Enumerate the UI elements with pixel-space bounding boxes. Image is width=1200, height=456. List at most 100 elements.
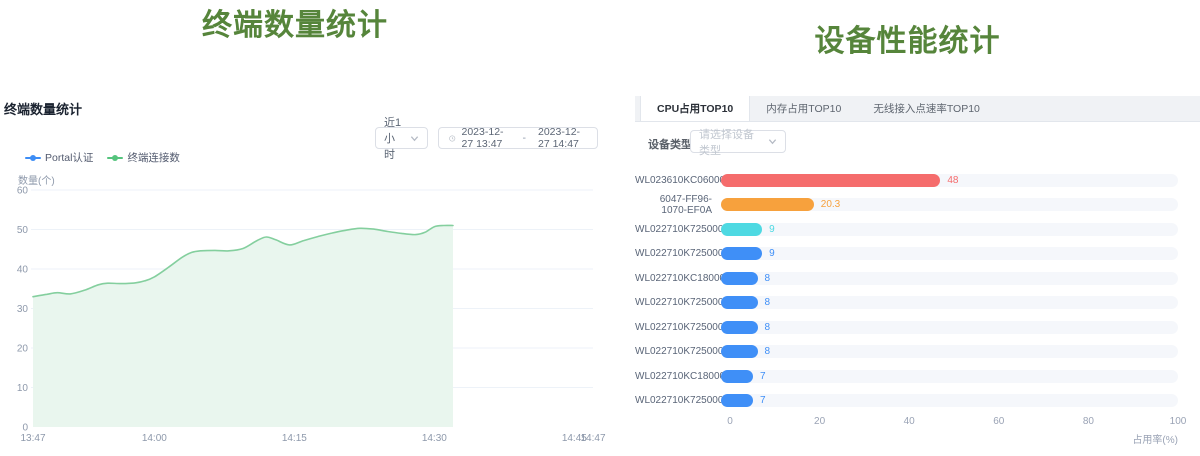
bar-value-label: 7: [760, 395, 766, 406]
device-id-label: WL022710K725000307: [635, 322, 721, 333]
device-id-label: WL023610KC06000043: [635, 175, 721, 186]
line-panel-title: 终端数量统计: [4, 99, 82, 118]
usage-bar: [721, 247, 762, 260]
device-id-label: WL022710K725000470: [635, 395, 721, 406]
bar-value-label: 9: [769, 224, 775, 235]
bar-value-label: 48: [947, 175, 958, 186]
bar-row: WL022710KC18000280 8: [635, 266, 1178, 291]
x-axis-tick: 20: [814, 416, 825, 427]
area-fill: [33, 225, 453, 427]
chevron-down-icon: [410, 134, 419, 143]
bar-track: 9: [721, 247, 1178, 260]
legend-line-dot-marker: [107, 154, 123, 162]
usage-bar: [721, 198, 814, 211]
y-axis-tick: 30: [17, 304, 29, 315]
date-range-start: 2023-12-27 13:47: [462, 126, 511, 150]
device-id-label: 6047-FF96-1070-EF0A: [635, 194, 721, 216]
usage-bar: [721, 394, 753, 407]
x-axis-tick: 14:47: [580, 433, 605, 444]
legend-line-dot-marker: [25, 154, 41, 162]
bar-x-axis-title: 占用率(%): [1132, 431, 1178, 446]
device-id-label: WL022710K725000272: [635, 297, 721, 308]
y-axis-tick: 0: [22, 423, 28, 434]
tab-1[interactable]: 内存占用TOP10: [750, 96, 857, 121]
y-axis-tick: 10: [17, 383, 29, 394]
bar-track: 48: [721, 174, 1178, 187]
device-type-placeholder: 请选择设备类型: [699, 126, 762, 158]
device-type-label: 设备类型: [648, 136, 692, 152]
usage-bar: [721, 296, 758, 309]
legend-label: Portal认证: [45, 150, 93, 165]
bar-track: 7: [721, 370, 1178, 383]
usage-bar: [721, 370, 753, 383]
device-id-label: WL022710KC18000372: [635, 371, 721, 382]
bar-row: WL022710K725000369 8: [635, 340, 1178, 365]
clock-icon: [449, 133, 456, 144]
bar-track: 7: [721, 394, 1178, 407]
chevron-down-icon: [768, 137, 777, 146]
usage-bar: [721, 223, 762, 236]
device-id-label: WL022710KC18000280: [635, 273, 721, 284]
x-axis-tick: 100: [1170, 416, 1187, 427]
x-axis-tick: 14:15: [282, 433, 307, 444]
monitoring-dashboard: 终端数量统计 设备性能统计 终端数量统计 近1小时 2023-12-27 13:…: [0, 0, 1200, 456]
bar-row: 6047-FF96-1070-EF0A 20.3: [635, 193, 1178, 218]
bar-value-label: 8: [765, 273, 771, 284]
device-id-label: WL022710K725000409: [635, 248, 721, 259]
time-range-select[interactable]: 近1小时: [375, 127, 428, 149]
x-axis-tick: 0: [727, 416, 733, 427]
bar-track: 20.3: [721, 198, 1178, 211]
x-axis-tick: 80: [1083, 416, 1094, 427]
bar-row: WL023610KC06000043 48: [635, 168, 1178, 193]
legend-item-0[interactable]: Portal认证: [25, 150, 93, 165]
device-id-label: WL022710K725000102: [635, 224, 721, 235]
y-axis-tick: 40: [17, 265, 29, 276]
performance-tabs: CPU占用TOP10内存占用TOP10无线接入点速率TOP10: [635, 96, 1200, 122]
bar-value-label: 7: [760, 371, 766, 382]
bar-track: 8: [721, 321, 1178, 334]
usage-bar: [721, 345, 758, 358]
device-type-select[interactable]: 请选择设备类型: [690, 130, 786, 153]
bar-value-label: 8: [765, 297, 771, 308]
device-id-label: WL022710K725000369: [635, 346, 721, 357]
tab-2[interactable]: 无线接入点速率TOP10: [857, 96, 996, 121]
usage-bar: [721, 272, 758, 285]
legend-label: 终端连接数: [127, 150, 180, 165]
bar-value-label: 8: [765, 322, 771, 333]
bar-track: 8: [721, 296, 1178, 309]
bar-track: 8: [721, 345, 1178, 358]
x-axis-tick: 60: [993, 416, 1004, 427]
date-range-picker[interactable]: 2023-12-27 13:47 - 2023-12-27 14:47: [438, 127, 598, 149]
y-axis-tick: 60: [17, 186, 29, 197]
time-range-select-value: 近1小时: [384, 114, 404, 162]
bar-x-axis: 020406080100: [635, 416, 1178, 430]
x-axis-tick: 14:30: [422, 433, 447, 444]
bar-row: WL022710K725000409 9: [635, 242, 1178, 267]
bar-value-label: 8: [765, 346, 771, 357]
y-axis-tick: 20: [17, 344, 29, 355]
terminal-count-section-title: 终端数量统计: [0, 0, 590, 44]
date-range-end: 2023-12-27 14:47: [538, 126, 587, 150]
bar-row: WL022710K725000102 9: [635, 217, 1178, 242]
bar-row: WL022710KC18000372 7: [635, 364, 1178, 389]
bar-row: WL022710K725000470 7: [635, 389, 1178, 414]
bar-row: WL022710K725000307 8: [635, 315, 1178, 340]
bar-value-label: 20.3: [821, 199, 840, 210]
terminal-count-area-chart: 010203040506013:4714:0014:1514:3014:4514…: [0, 180, 612, 456]
bar-row: WL022710K725000272 8: [635, 291, 1178, 316]
date-range-separator: -: [517, 132, 533, 144]
bar-track: 8: [721, 272, 1178, 285]
usage-bar: [721, 321, 758, 334]
x-axis-tick: 13:47: [20, 433, 45, 444]
cpu-top10-bar-chart: WL023610KC06000043 48 6047-FF96-1070-EF0A 2…: [635, 168, 1178, 456]
line-chart-legend: Portal认证 终端连接数: [25, 150, 180, 165]
x-axis-tick: 40: [904, 416, 915, 427]
usage-bar: [721, 174, 940, 187]
legend-item-1[interactable]: 终端连接数: [107, 150, 180, 165]
bar-value-label: 9: [769, 248, 775, 259]
tab-0[interactable]: CPU占用TOP10: [640, 96, 750, 121]
y-axis-tick: 50: [17, 225, 29, 236]
x-axis-tick: 14:00: [142, 433, 167, 444]
bar-track: 9: [721, 223, 1178, 236]
device-performance-section-title: 设备性能统计: [620, 16, 1195, 60]
